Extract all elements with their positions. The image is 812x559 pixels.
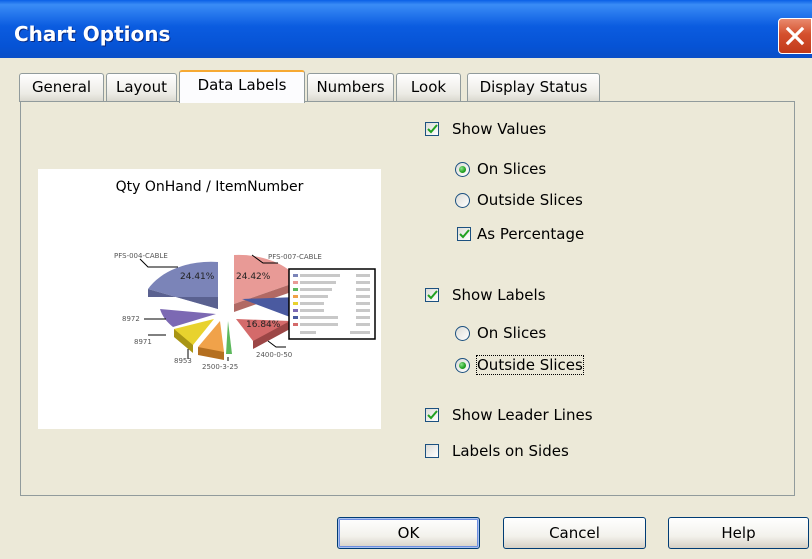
slice-label: PFS-004-CABLE [114, 252, 168, 260]
show-values-label[interactable]: Show Values [452, 120, 546, 138]
values-on-slices-radio[interactable] [455, 162, 470, 177]
labels-on-slices-radio[interactable] [455, 326, 470, 341]
tab-general[interactable]: General [19, 73, 104, 102]
values-outside-slices-label[interactable]: Outside Slices [477, 191, 583, 209]
cancel-button[interactable]: Cancel [503, 517, 646, 549]
slice-label: 2500-3-25 [202, 363, 238, 371]
slice-label: 8953 [174, 357, 192, 365]
leader-line [139, 258, 178, 268]
slice-label: 8971 [134, 338, 152, 346]
values-outside-slices-radio[interactable] [455, 193, 470, 208]
chart-preview: Qty OnHand / ItemNumber 24.41% 24.42% 16… [38, 169, 381, 429]
labels-outside-slices-radio[interactable] [455, 358, 470, 373]
show-leader-lines-checkbox[interactable] [425, 408, 439, 422]
help-button[interactable]: Help [668, 517, 809, 549]
tab-look[interactable]: Look [396, 73, 461, 102]
checkmark-icon [459, 229, 470, 239]
value-label: 24.42% [236, 272, 271, 282]
slice-label: 2400-0-50 [256, 351, 292, 359]
show-values-checkbox[interactable] [425, 122, 439, 136]
labels-on-slices-label[interactable]: On Slices [477, 324, 546, 342]
value-label: 24.41% [180, 272, 215, 282]
close-button[interactable] [778, 18, 812, 54]
value-label: 16.84% [246, 320, 281, 330]
values-on-slices-label[interactable]: On Slices [477, 160, 546, 178]
labels-on-sides-checkbox[interactable] [425, 444, 439, 458]
title-bar[interactable]: Chart Options [0, 0, 812, 58]
checkmark-icon [427, 410, 438, 420]
tab-numbers[interactable]: Numbers [307, 73, 394, 102]
tab-layout[interactable]: Layout [106, 73, 177, 102]
window-title: Chart Options [14, 22, 171, 46]
show-leader-lines-label[interactable]: Show Leader Lines [452, 406, 593, 424]
close-icon [785, 26, 805, 46]
leader-line [267, 340, 286, 348]
radio-selected-dot [459, 362, 466, 369]
tab-data-labels[interactable]: Data Labels [179, 70, 305, 103]
labels-outside-slices-label[interactable]: Outside Slices [476, 355, 584, 375]
slice-label: 8972 [122, 315, 140, 323]
checkmark-icon [427, 290, 438, 300]
slice-label: PFS-007-CABLE [268, 253, 322, 261]
labels-on-sides-label[interactable]: Labels on Sides [452, 442, 569, 460]
radio-selected-dot [459, 166, 466, 173]
as-percentage-label[interactable]: As Percentage [477, 225, 584, 243]
show-labels-label[interactable]: Show Labels [452, 286, 546, 304]
show-labels-checkbox[interactable] [425, 288, 439, 302]
chart-options-dialog: Chart Options General Layout Data Labels… [0, 0, 812, 559]
preview-pie-chart: 24.41% 24.42% 16.84% PFS-004-CABLE PFS-0… [114, 252, 376, 371]
checkmark-icon [427, 124, 438, 134]
ok-button[interactable]: OK [337, 517, 480, 549]
as-percentage-checkbox[interactable] [457, 227, 471, 241]
tab-display-status[interactable]: Display Status [467, 73, 600, 102]
pie-slice [226, 321, 232, 354]
